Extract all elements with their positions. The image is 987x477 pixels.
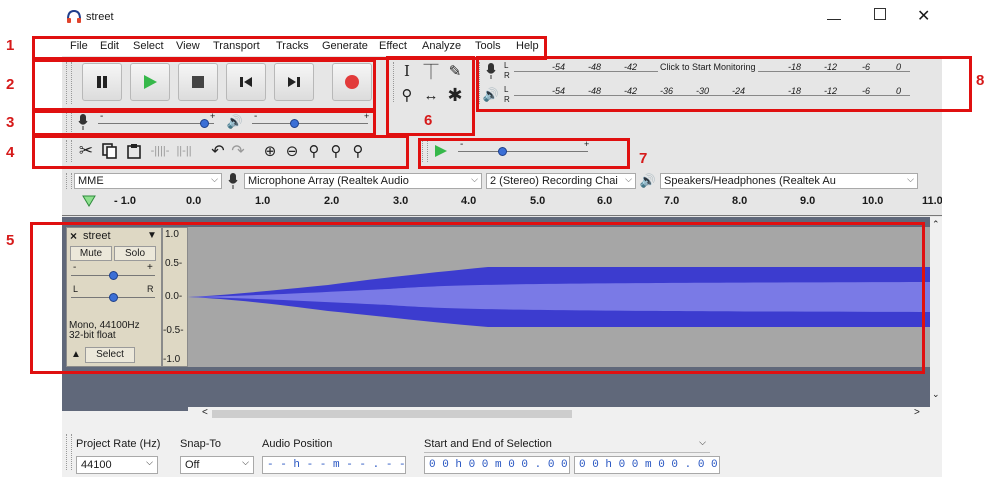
ruler-label: 9.0	[800, 195, 816, 207]
output-device-speaker-icon: 🔊	[639, 173, 657, 188]
input-device-mic-icon	[226, 172, 240, 190]
ruler-label: 10.0	[862, 195, 884, 207]
ruler-label: 8.0	[732, 195, 748, 207]
callout-box-transport	[32, 59, 376, 111]
ruler-label: 6.0	[597, 195, 613, 207]
horizontal-scrollbar[interactable]: < >	[188, 407, 930, 421]
title-bar: street — ✕	[62, 0, 942, 38]
callout-box-mixer	[32, 110, 376, 136]
ruler-label: - 1.0	[114, 195, 137, 207]
snap-to-label: Snap-To	[180, 438, 221, 450]
project-rate-label: Project Rate (Hz)	[76, 438, 161, 450]
minimize-button[interactable]: —	[827, 10, 841, 26]
timeline-ruler[interactable]: - 1.0 0.0 1.0 2.0 3.0 4.0 5.0 6.0 7.0 8.…	[62, 193, 942, 217]
ruler-label: 3.0	[393, 195, 409, 207]
callout-number: 2	[6, 76, 15, 93]
callout-number: 6	[424, 112, 433, 129]
project-rate-select[interactable]: 44100 ⌵	[76, 456, 158, 474]
window-title: street	[86, 11, 114, 23]
callout-number: 4	[6, 144, 15, 161]
callout-box-meters	[476, 56, 972, 112]
audio-host-select[interactable]: MME ⌵	[74, 173, 222, 189]
chevron-down-icon: ⌵	[471, 174, 478, 184]
callout-number: 5	[6, 232, 15, 249]
chevron-down-icon: ⌵	[625, 174, 632, 184]
callout-number: 1	[6, 37, 15, 54]
playback-device-select[interactable]: Speakers/Headphones (Realtek Au ⌵	[660, 173, 918, 189]
selection-toolbar-grip[interactable]	[66, 434, 72, 470]
chevron-down-icon: ⌵	[242, 457, 249, 467]
horizontal-scroll-thumb[interactable]	[212, 410, 572, 418]
selection-toolbar: Project Rate (Hz) 44100 ⌵ Snap-To Off ⌵ Au…	[62, 428, 942, 477]
callout-box-play-at-speed	[418, 138, 630, 169]
maximize-button[interactable]	[874, 8, 886, 20]
recording-device-select[interactable]: Microphone Array (Realtek Audio ⌵	[244, 173, 482, 189]
chevron-down-icon: ⌵	[211, 174, 218, 184]
selection-start-field[interactable]: 0 0 h 0 0 m 0 0 . 0 0 0 s	[424, 456, 570, 474]
ruler-label: 4.0	[461, 195, 477, 207]
close-window-button[interactable]: ✕	[917, 6, 930, 26]
chevron-down-icon: ⌵	[146, 457, 153, 467]
audio-position-field[interactable]: - - h - - m - - . - - - s	[262, 456, 406, 474]
callout-box-edit	[32, 135, 409, 169]
audio-position-label: Audio Position	[262, 438, 333, 450]
scroll-up-icon[interactable]: ⌃	[932, 219, 940, 230]
callout-number: 8	[976, 72, 985, 89]
vertical-scrollbar[interactable]: ⌃ ⌄	[930, 217, 942, 411]
ruler-label: 0.0	[186, 195, 202, 207]
ruler-label: 1.0	[255, 195, 271, 207]
callout-number: 3	[6, 114, 15, 131]
device-toolbar-grip[interactable]	[66, 173, 72, 189]
ruler-label: 2.0	[324, 195, 340, 207]
timeline-play-head-icon[interactable]	[82, 195, 96, 210]
app-headphones-icon	[66, 9, 82, 24]
chevron-down-icon: ⌵	[699, 437, 706, 447]
selection-end-field[interactable]: 0 0 h 0 0 m 0 0 . 0 0 0 s	[574, 456, 720, 474]
callout-number: 7	[639, 150, 648, 167]
selection-mode-dropdown[interactable]: ⌵	[424, 436, 710, 453]
ruler-label: 5.0	[530, 195, 546, 207]
snap-to-select[interactable]: Off ⌵	[180, 456, 254, 474]
ruler-label: 7.0	[664, 195, 680, 207]
scroll-left-icon[interactable]: <	[202, 407, 208, 418]
recording-channels-select[interactable]: 2 (Stereo) Recording Chai ⌵	[486, 173, 636, 189]
ruler-baseline	[62, 215, 942, 216]
scroll-right-icon[interactable]: >	[914, 407, 920, 418]
ruler-label: 11.0	[922, 195, 942, 207]
scroll-down-icon[interactable]: ⌄	[932, 389, 940, 400]
chevron-down-icon: ⌵	[907, 174, 914, 184]
callout-box-track	[30, 222, 925, 374]
